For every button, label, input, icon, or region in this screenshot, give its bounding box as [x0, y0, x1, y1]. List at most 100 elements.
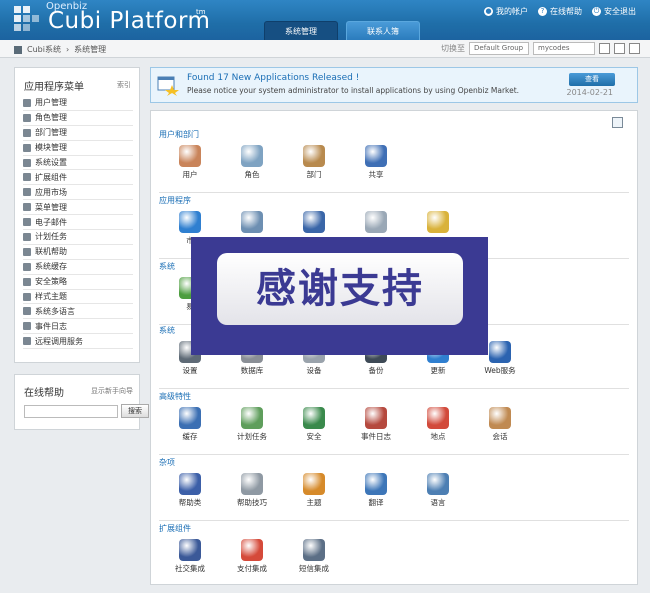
- section-divider: [159, 192, 629, 193]
- dashboard-item-label: 会话: [492, 432, 508, 441]
- dashboard-item[interactable]: 事件日志: [345, 403, 407, 442]
- sidebar-item[interactable]: 应用市场: [23, 185, 133, 201]
- app-menu-title: 应用程序菜单: [24, 82, 84, 93]
- dashboard-section: 用户和部门 用户 角色 部门 共享: [159, 129, 629, 193]
- help-search-button[interactable]: 搜索: [121, 404, 149, 418]
- breadcrumb-bar: Cubi系统 › 系统管理 切换至 Default Group mycodes: [0, 40, 650, 58]
- section-title: 扩展组件: [159, 524, 191, 533]
- logout-link[interactable]: ⏻ 安全退出: [592, 6, 636, 17]
- section-title: 高级特性: [159, 392, 191, 401]
- dashboard-item-label: 主题: [306, 498, 322, 507]
- dashboard-item[interactable]: 地点: [407, 403, 469, 442]
- menu-item-icon: [23, 232, 31, 241]
- fullscreen-icon[interactable]: [629, 43, 640, 54]
- dashboard-item[interactable]: 短信集成: [283, 535, 345, 574]
- sidebar-item-label: 菜单管理: [35, 202, 67, 212]
- show-guide-link[interactable]: 显示新手向导: [91, 386, 133, 396]
- sidebar-item[interactable]: 菜单管理: [23, 200, 133, 216]
- dashboard-item-label: 社交集成: [175, 564, 205, 573]
- dashboard-item[interactable]: 部门: [283, 141, 345, 180]
- breadcrumb: Cubi系统 › 系统管理: [14, 44, 106, 55]
- dashboard-item-label: Web服务: [484, 366, 516, 375]
- online-help-link[interactable]: ? 在线帮助: [538, 6, 582, 17]
- dashboard-item[interactable]: 翻译: [345, 469, 407, 508]
- dashboard-section: 扩展组件社交集成 支付集成 短信集成: [159, 523, 629, 587]
- menu-item-icon: [23, 247, 31, 256]
- menu-item-icon: [23, 158, 31, 167]
- sidebar-item[interactable]: 角色管理: [23, 111, 133, 126]
- dashboard-item-icon: [241, 473, 263, 495]
- sidebar-item-label: 计划任务: [35, 232, 67, 242]
- dashboard-item-icon: [303, 407, 325, 429]
- dashboard-item[interactable]: 主题: [283, 469, 345, 508]
- dashboard-item-icon: [303, 539, 325, 561]
- notice-date: 2014-02-21: [566, 88, 614, 97]
- sidebar-item[interactable]: 联机帮助: [23, 245, 133, 260]
- sidebar-item-label: 系统设置: [35, 158, 67, 167]
- dashboard-item[interactable]: 支付集成: [221, 535, 283, 574]
- app-menu-list: 用户管理角色管理部门管理模块管理系统设置扩展组件 应用市场菜单管理电子邮件计划任务…: [23, 96, 133, 350]
- sidebar-item[interactable]: 模块管理: [23, 141, 133, 156]
- dashboard-item-icon: [303, 473, 325, 495]
- dashboard-item[interactable]: 计划任务: [221, 403, 283, 442]
- menu-index-link[interactable]: 索引: [117, 80, 131, 90]
- sidebar-item[interactable]: 部门管理: [23, 126, 133, 141]
- dashboard-item[interactable]: 共享: [345, 141, 407, 180]
- sidebar-item[interactable]: 样式主题: [23, 290, 133, 305]
- sidebar-item-label: 系统多语言: [35, 306, 75, 316]
- sidebar-item-label: 电子邮件: [35, 217, 67, 227]
- dashboard-item[interactable]: 缓存: [159, 403, 221, 442]
- sidebar-item[interactable]: 电子邮件: [23, 215, 133, 231]
- sidebar-item[interactable]: 系统多语言: [23, 304, 133, 320]
- dashboard-item[interactable]: 安全: [283, 403, 345, 442]
- dashboard-item-label: 缓存: [182, 432, 198, 441]
- section-divider: [159, 388, 629, 389]
- notice-title: Found 17 New Applications Released !: [187, 73, 360, 83]
- breadcrumb-item-cubi[interactable]: Cubi系统: [27, 44, 61, 55]
- app-header: Openbiz Cubi Platform tm 系统管理 联系人簿 ● 我的帐…: [0, 0, 650, 40]
- dashboard-item-label: 部门: [306, 170, 322, 179]
- tab-contacts[interactable]: 联系人簿: [346, 21, 420, 40]
- sidebar-item-label: 远程调用服务: [35, 336, 83, 346]
- sidebar-item[interactable]: 用户管理: [23, 96, 133, 111]
- sidebar-item[interactable]: 计划任务: [23, 230, 133, 245]
- sidebar-item[interactable]: 系统设置: [23, 156, 133, 171]
- dashboard-item-label: 数据库: [240, 366, 264, 375]
- dashboard-item[interactable]: 角色: [221, 141, 283, 180]
- dashboard-item-label: 支付集成: [237, 564, 267, 573]
- dashboard-item[interactable]: 语言: [407, 469, 469, 508]
- dashboard-item-icon: [303, 145, 325, 167]
- dashboard-item-label: 短信集成: [299, 564, 329, 573]
- help-search-input[interactable]: [24, 405, 118, 418]
- dashboard-item[interactable]: 用户: [159, 141, 221, 180]
- sidebar-item[interactable]: 扩展组件: [23, 170, 133, 186]
- edit-icon[interactable]: [612, 117, 623, 128]
- dashboard-item[interactable]: 帮助技巧: [221, 469, 283, 508]
- sidebar-item-label: 角色管理: [35, 113, 67, 123]
- code-select[interactable]: mycodes: [533, 42, 595, 55]
- dashboard-item[interactable]: 帮助类: [159, 469, 221, 508]
- dashboard-item[interactable]: 社交集成: [159, 535, 221, 574]
- sidebar-item[interactable]: 安全策略: [23, 275, 133, 290]
- layout-icon[interactable]: [614, 43, 625, 54]
- menu-item-icon: [23, 307, 31, 316]
- sidebar-item[interactable]: 系统缓存: [23, 260, 133, 275]
- sidebar-item-label: 模块管理: [35, 143, 67, 153]
- top-tabs: 系统管理 联系人簿: [264, 21, 420, 40]
- section-title: 应用程序: [159, 196, 191, 205]
- sidebar-item-label: 应用市场: [35, 187, 67, 197]
- dashboard-item-icon: [365, 473, 387, 495]
- my-account-link[interactable]: ● 我的帐户: [484, 6, 528, 17]
- sidebar-item[interactable]: 远程调用服务: [23, 334, 133, 350]
- view-button[interactable]: 查看: [569, 73, 615, 86]
- dashboard-item[interactable]: 会话: [469, 403, 531, 442]
- dashboard-item-icon: [365, 145, 387, 167]
- tab-system-admin[interactable]: 系统管理: [264, 21, 338, 40]
- dashboard-item-label: 更新: [430, 366, 446, 375]
- group-select[interactable]: Default Group: [469, 42, 529, 55]
- sidebar-item[interactable]: 事件日志: [23, 319, 133, 335]
- dashboard-item-label: 帮助类: [178, 498, 202, 507]
- breadcrumb-item-admin[interactable]: 系统管理: [74, 44, 106, 55]
- new-window-icon[interactable]: [599, 43, 610, 54]
- dashboard-item-label: 翻译: [368, 498, 384, 507]
